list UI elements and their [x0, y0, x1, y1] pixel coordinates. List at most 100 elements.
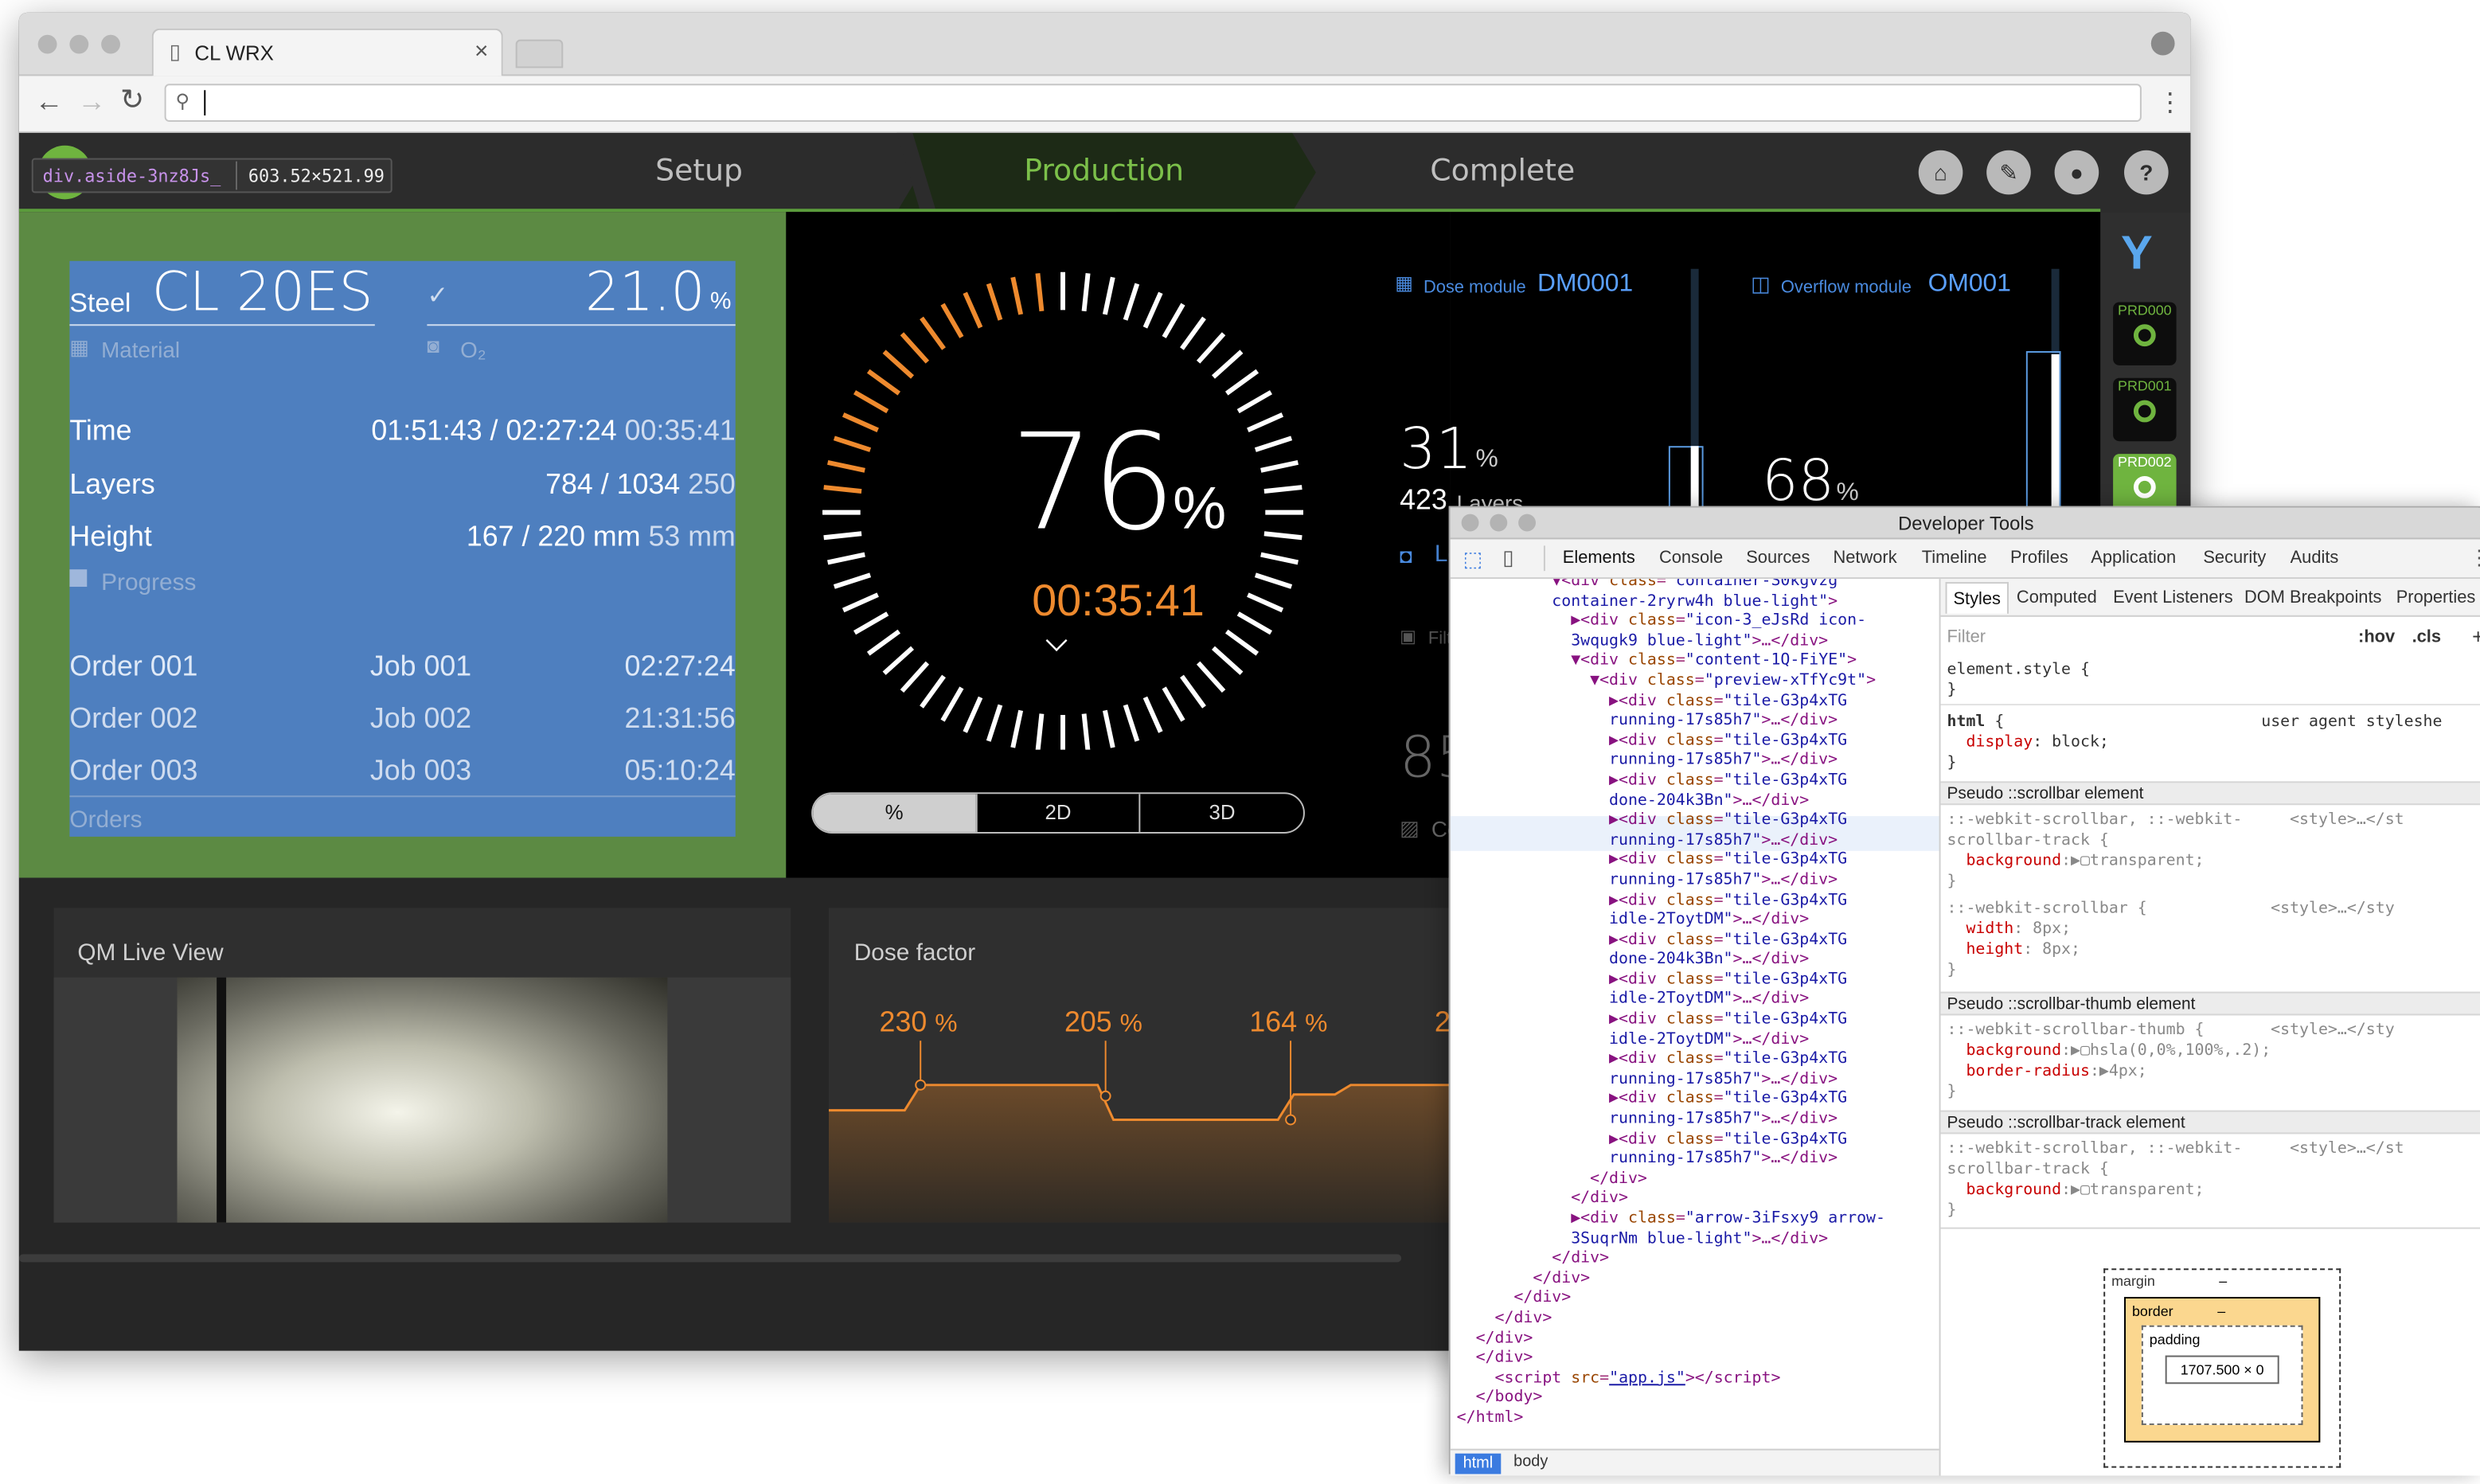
- gauge-tick: [827, 459, 865, 473]
- dose-factor-card: Dose factor 230 % 205 % 164 % 2: [828, 908, 1462, 1223]
- order-time: 02:27:24: [624, 650, 736, 682]
- step-setup[interactable]: Setup: [541, 154, 857, 189]
- tab-security[interactable]: Security: [2203, 549, 2266, 568]
- dom-tree-text[interactable]: ▼<div class="container-S0kgvzg container…: [1457, 579, 1885, 1429]
- reload-icon[interactable]: ↻: [120, 84, 144, 117]
- browser-tab[interactable]: ▯ CL WRX ×: [151, 28, 503, 76]
- gauge-tick: [1162, 303, 1185, 338]
- scrollbar-track-rule[interactable]: ::-webkit-scrollbar, ::-webkit- <style>……: [1947, 810, 2404, 892]
- dose-layers: 423: [1400, 483, 1447, 516]
- stat-extra: 00:35:41: [624, 414, 736, 447]
- styles-filter-input[interactable]: Filter: [1947, 628, 1986, 647]
- subtab-styles[interactable]: Styles: [1945, 582, 2009, 614]
- toggle-2d[interactable]: 2D: [975, 794, 1139, 832]
- filter-icon: ▣: [1400, 627, 1416, 647]
- toggle-percent[interactable]: %: [813, 794, 976, 832]
- breadcrumb-body[interactable]: body: [1513, 1454, 1548, 1471]
- qm-camera-image: [177, 977, 668, 1223]
- box-padding-label: padding: [2149, 1331, 2201, 1348]
- html-rule[interactable]: html { user agent styleshe display: bloc…: [1947, 712, 2443, 773]
- wrench-icon[interactable]: ✎: [1986, 150, 2031, 195]
- gauge-tick: [833, 572, 872, 589]
- device-toolbar-icon[interactable]: ▯: [1502, 545, 1513, 571]
- machine-label: PRD000: [2118, 302, 2172, 318]
- address-bar[interactable]: ⚲: [164, 84, 2142, 122]
- gauge-tick: [1010, 276, 1024, 315]
- devtools-minimize-button[interactable]: [1490, 514, 1508, 532]
- back-icon[interactable]: ←: [35, 85, 64, 119]
- element-style-rule[interactable]: element.style { }: [1947, 659, 2090, 701]
- grid-icon: ▦: [69, 335, 89, 359]
- order-name: Order 003: [69, 754, 198, 787]
- home-icon[interactable]: ⌂: [1918, 150, 1963, 195]
- devtools-menu-icon[interactable]: ⋮: [2469, 545, 2480, 571]
- subtab-computed[interactable]: Computed: [2017, 588, 2097, 607]
- machine-prd000[interactable]: PRD000: [2113, 302, 2177, 365]
- tab-profiles[interactable]: Profiles: [2010, 549, 2068, 568]
- new-tab-button[interactable]: [515, 39, 564, 68]
- gauge-tick: [1102, 276, 1115, 315]
- close-tab-icon[interactable]: ×: [475, 38, 488, 65]
- order-name: Order 001: [69, 650, 198, 682]
- subtab-event-listeners[interactable]: Event Listeners: [2113, 588, 2233, 607]
- subtab-properties[interactable]: Properties: [2396, 588, 2476, 607]
- gauge-time: 00:35:41: [1032, 576, 1205, 625]
- box-padding: padding 1707.500 × 0: [2141, 1325, 2303, 1425]
- box-dash: –: [2217, 1302, 2226, 1319]
- scrollbar-rule[interactable]: ::-webkit-scrollbar { <style>…</sty widt…: [1947, 898, 2395, 980]
- stat-extra: 53 mm: [648, 520, 736, 553]
- inspect-element-icon[interactable]: ⬚: [1463, 547, 1482, 572]
- gauge-tick: [1211, 646, 1244, 675]
- tab-network[interactable]: Network: [1833, 549, 1896, 568]
- tab-timeline[interactable]: Timeline: [1922, 549, 1987, 568]
- gauge-tick: [823, 485, 862, 494]
- gauge-tick: [1035, 273, 1045, 312]
- step-complete[interactable]: Complete: [1345, 154, 1661, 189]
- orders-label: Orders: [69, 806, 143, 834]
- user-icon[interactable]: ●: [2054, 150, 2099, 195]
- tab-sources[interactable]: Sources: [1746, 549, 1810, 568]
- devtools-titlebar: Developer Tools: [1450, 507, 2480, 540]
- overflow-module-icon: ◫: [1751, 271, 1771, 296]
- forward-icon[interactable]: →: [77, 85, 106, 119]
- devtools-maximize-button[interactable]: [1518, 514, 1536, 532]
- dose-factor-number: 230: [879, 1006, 928, 1038]
- breadcrumb-html[interactable]: html: [1455, 1453, 1502, 1474]
- tab-elements[interactable]: Elements: [1563, 549, 1635, 568]
- machine-prd001[interactable]: PRD001: [2113, 377, 2177, 442]
- cls-toggle[interactable]: .cls: [2412, 628, 2441, 647]
- toggle-3d[interactable]: 3D: [1139, 794, 1303, 832]
- dose-factor-value: 230 %: [880, 1006, 958, 1039]
- gauge-tick: [900, 661, 930, 693]
- level-icon: ◘: [1400, 544, 1412, 568]
- page-icon: ▯: [169, 39, 181, 64]
- add-rule-icon[interactable]: +: [2472, 625, 2480, 649]
- tab-application[interactable]: Application: [2091, 549, 2176, 568]
- box-model: margin – border – padding 1707.500 × 0: [2103, 1268, 2341, 1468]
- o2-icon: ◙: [427, 334, 439, 357]
- stat-label: Time: [69, 414, 132, 447]
- devtools-close-button[interactable]: [1461, 514, 1479, 532]
- order-job: Job 002: [369, 702, 472, 734]
- tab-audits[interactable]: Audits: [2291, 549, 2339, 568]
- hov-toggle[interactable]: :hov: [2358, 628, 2395, 647]
- tab-console[interactable]: Console: [1659, 549, 1723, 568]
- scrollbar-track-rule-2[interactable]: ::-webkit-scrollbar, ::-webkit- <style>……: [1947, 1138, 2404, 1220]
- search-icon: ⚲: [175, 90, 189, 113]
- subtab-dom-breakpoints[interactable]: DOM Breakpoints: [2244, 588, 2381, 607]
- inspect-size: 603.52×521.99: [248, 166, 385, 187]
- step-production[interactable]: Production: [946, 154, 1262, 189]
- horizontal-scrollbar[interactable]: [18, 1254, 1402, 1263]
- menu-kebab-icon[interactable]: ⋮: [2158, 87, 2183, 119]
- gauge-readout: 76%: [896, 405, 1339, 560]
- elements-tree[interactable]: ▼<div class="container-S0kgvzg container…: [1450, 579, 1939, 1449]
- gauge-tick: [920, 316, 946, 350]
- minimize-window-button[interactable]: [69, 34, 89, 54]
- scrollbar-thumb-rule[interactable]: ::-webkit-scrollbar-thumb { <style>…</st…: [1947, 1020, 2395, 1102]
- o2-underline: [427, 324, 736, 326]
- close-window-button[interactable]: [37, 34, 57, 54]
- help-icon[interactable]: ?: [2124, 150, 2169, 195]
- maximize-window-button[interactable]: [101, 34, 120, 54]
- profile-icon[interactable]: [2150, 31, 2175, 56]
- gauge-tick: [1123, 704, 1140, 742]
